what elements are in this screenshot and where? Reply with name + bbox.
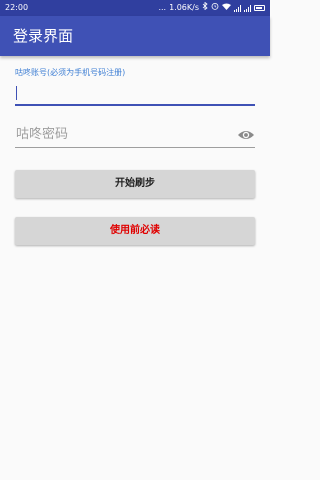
app-bar: 登录界面: [0, 16, 270, 56]
account-field[interactable]: 咕咚账号(必须为手机号码注册): [15, 68, 255, 106]
password-field[interactable]: 咕咚密码: [15, 124, 255, 148]
wifi-icon: [222, 0, 231, 16]
eye-icon[interactable]: [237, 127, 255, 141]
status-dots: ...: [158, 3, 167, 12]
readme-button[interactable]: 使用前必读: [15, 217, 255, 245]
signal-icon-secondary: [244, 4, 251, 12]
status-bar: 22:00 ... 1.06K/s: [0, 0, 270, 16]
network-speed: 1.06K/s: [169, 3, 199, 12]
status-time: 22:00: [5, 3, 29, 12]
bluetooth-icon: [202, 0, 208, 16]
alarm-icon: [211, 0, 219, 16]
text-cursor: [16, 86, 17, 100]
account-field-underline: [15, 104, 255, 106]
start-button[interactable]: 开始刷步: [15, 170, 255, 198]
signal-icon: [234, 4, 241, 12]
status-icons: ... 1.06K/s: [158, 0, 265, 16]
account-field-label: 咕咚账号(必须为手机号码注册): [15, 68, 126, 77]
battery-icon: [254, 5, 265, 11]
page-title: 登录界面: [13, 27, 74, 45]
password-field-underline: [15, 147, 255, 148]
password-placeholder: 咕咚密码: [16, 127, 69, 142]
